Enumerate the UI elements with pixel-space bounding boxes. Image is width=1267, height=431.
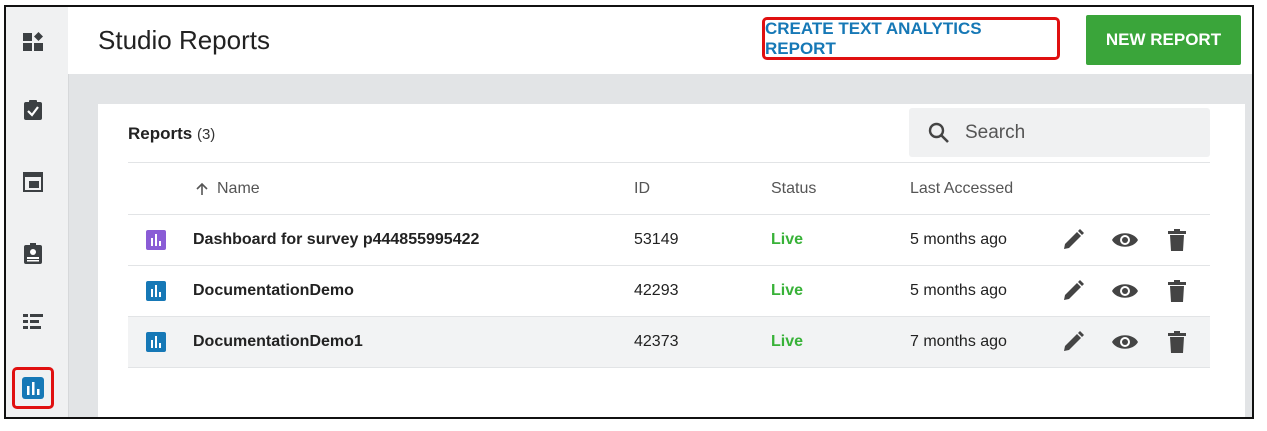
reports-count: (3): [196, 126, 216, 143]
search-box[interactable]: [909, 108, 1210, 157]
clipboard-check-icon: [24, 100, 42, 120]
sidebar-item-reports[interactable]: [12, 367, 54, 409]
report-status: Live: [771, 231, 804, 248]
reports-table: Name ID Status Last Accessed Dashboard f…: [128, 162, 1210, 368]
report-status: Live: [771, 333, 804, 350]
search-input[interactable]: [963, 120, 1187, 145]
create-text-analytics-report-button[interactable]: CREATE TEXT ANALYTICS REPORT: [762, 17, 1060, 60]
search-icon: [928, 122, 949, 143]
delete-button[interactable]: [1162, 276, 1192, 306]
table-row[interactable]: Dashboard for survey p444855995422 53149…: [128, 215, 1210, 266]
report-id: 42293: [634, 282, 679, 299]
edit-button[interactable]: [1058, 276, 1088, 306]
delete-button[interactable]: [1162, 327, 1192, 357]
sidebar-item-surveys[interactable]: [20, 97, 46, 123]
sidebar-item-dashboards[interactable]: [20, 29, 46, 55]
sort-ascending-icon: [196, 182, 208, 195]
report-name[interactable]: DocumentationDemo1: [193, 317, 363, 367]
view-button[interactable]: [1110, 225, 1140, 255]
report-icon-cell: [146, 317, 166, 367]
sidebar-item-lists[interactable]: [20, 309, 46, 335]
column-header-status[interactable]: Status: [771, 163, 816, 214]
column-header-name-label: Name: [217, 179, 260, 197]
view-button[interactable]: [1110, 276, 1140, 306]
trash-icon: [1168, 229, 1186, 251]
dashboard-add-icon: [23, 32, 43, 51]
trash-icon: [1168, 280, 1186, 302]
table-row[interactable]: DocumentationDemo1 42373 Live 7 months a…: [128, 317, 1210, 368]
trash-icon: [1168, 331, 1186, 353]
table-header: Name ID Status Last Accessed: [128, 162, 1210, 215]
report-last-accessed: 7 months ago: [910, 333, 1007, 350]
sidebar: [6, 7, 69, 417]
pencil-icon: [1064, 331, 1084, 351]
column-header-id[interactable]: ID: [634, 163, 650, 214]
edit-button[interactable]: [1058, 327, 1088, 357]
reports-card: Reports (3) Name ID Status Last Accessed: [98, 104, 1245, 417]
report-last-accessed: 5 months ago: [910, 282, 1007, 299]
reports-heading: Reports (3): [128, 124, 215, 144]
view-button[interactable]: [1110, 327, 1140, 357]
report-id: 53149: [634, 231, 679, 248]
page-title: Studio Reports: [98, 25, 270, 55]
page-header: Studio Reports CREATE TEXT ANALYTICS REP…: [68, 7, 1252, 74]
report-chart-icon: [146, 332, 166, 352]
column-header-last-accessed[interactable]: Last Accessed: [910, 163, 1013, 214]
eye-icon: [1112, 233, 1138, 247]
window-icon: [23, 172, 43, 192]
report-chart-icon: [146, 281, 166, 301]
report-icon-cell: [146, 215, 166, 265]
eye-icon: [1112, 335, 1138, 349]
pencil-icon: [1064, 280, 1084, 300]
eye-icon: [1112, 284, 1138, 298]
row-actions: [1058, 266, 1192, 316]
delete-button[interactable]: [1162, 225, 1192, 255]
report-last-accessed: 5 months ago: [910, 231, 1007, 248]
report-id: 42373: [634, 333, 679, 350]
report-icon-cell: [146, 266, 166, 316]
report-name[interactable]: DocumentationDemo: [193, 266, 354, 316]
pencil-icon: [1064, 229, 1084, 249]
contact-card-icon: [24, 243, 42, 264]
new-report-button[interactable]: NEW REPORT: [1086, 15, 1241, 65]
column-header-name[interactable]: Name: [195, 163, 260, 214]
report-status: Live: [771, 282, 804, 299]
bar-chart-icon: [22, 377, 44, 399]
app-window: Studio Reports CREATE TEXT ANALYTICS REP…: [4, 5, 1254, 419]
reports-heading-label: Reports: [128, 124, 193, 143]
row-actions: [1058, 317, 1192, 367]
row-actions: [1058, 215, 1192, 265]
list-icon: [23, 314, 43, 329]
report-chart-icon: [146, 230, 166, 250]
edit-button[interactable]: [1058, 225, 1088, 255]
sidebar-item-pages[interactable]: [20, 169, 46, 195]
sidebar-item-contacts[interactable]: [20, 241, 46, 267]
report-name[interactable]: Dashboard for survey p444855995422: [193, 215, 479, 265]
table-row[interactable]: DocumentationDemo 42293 Live 5 months ag…: [128, 266, 1210, 317]
